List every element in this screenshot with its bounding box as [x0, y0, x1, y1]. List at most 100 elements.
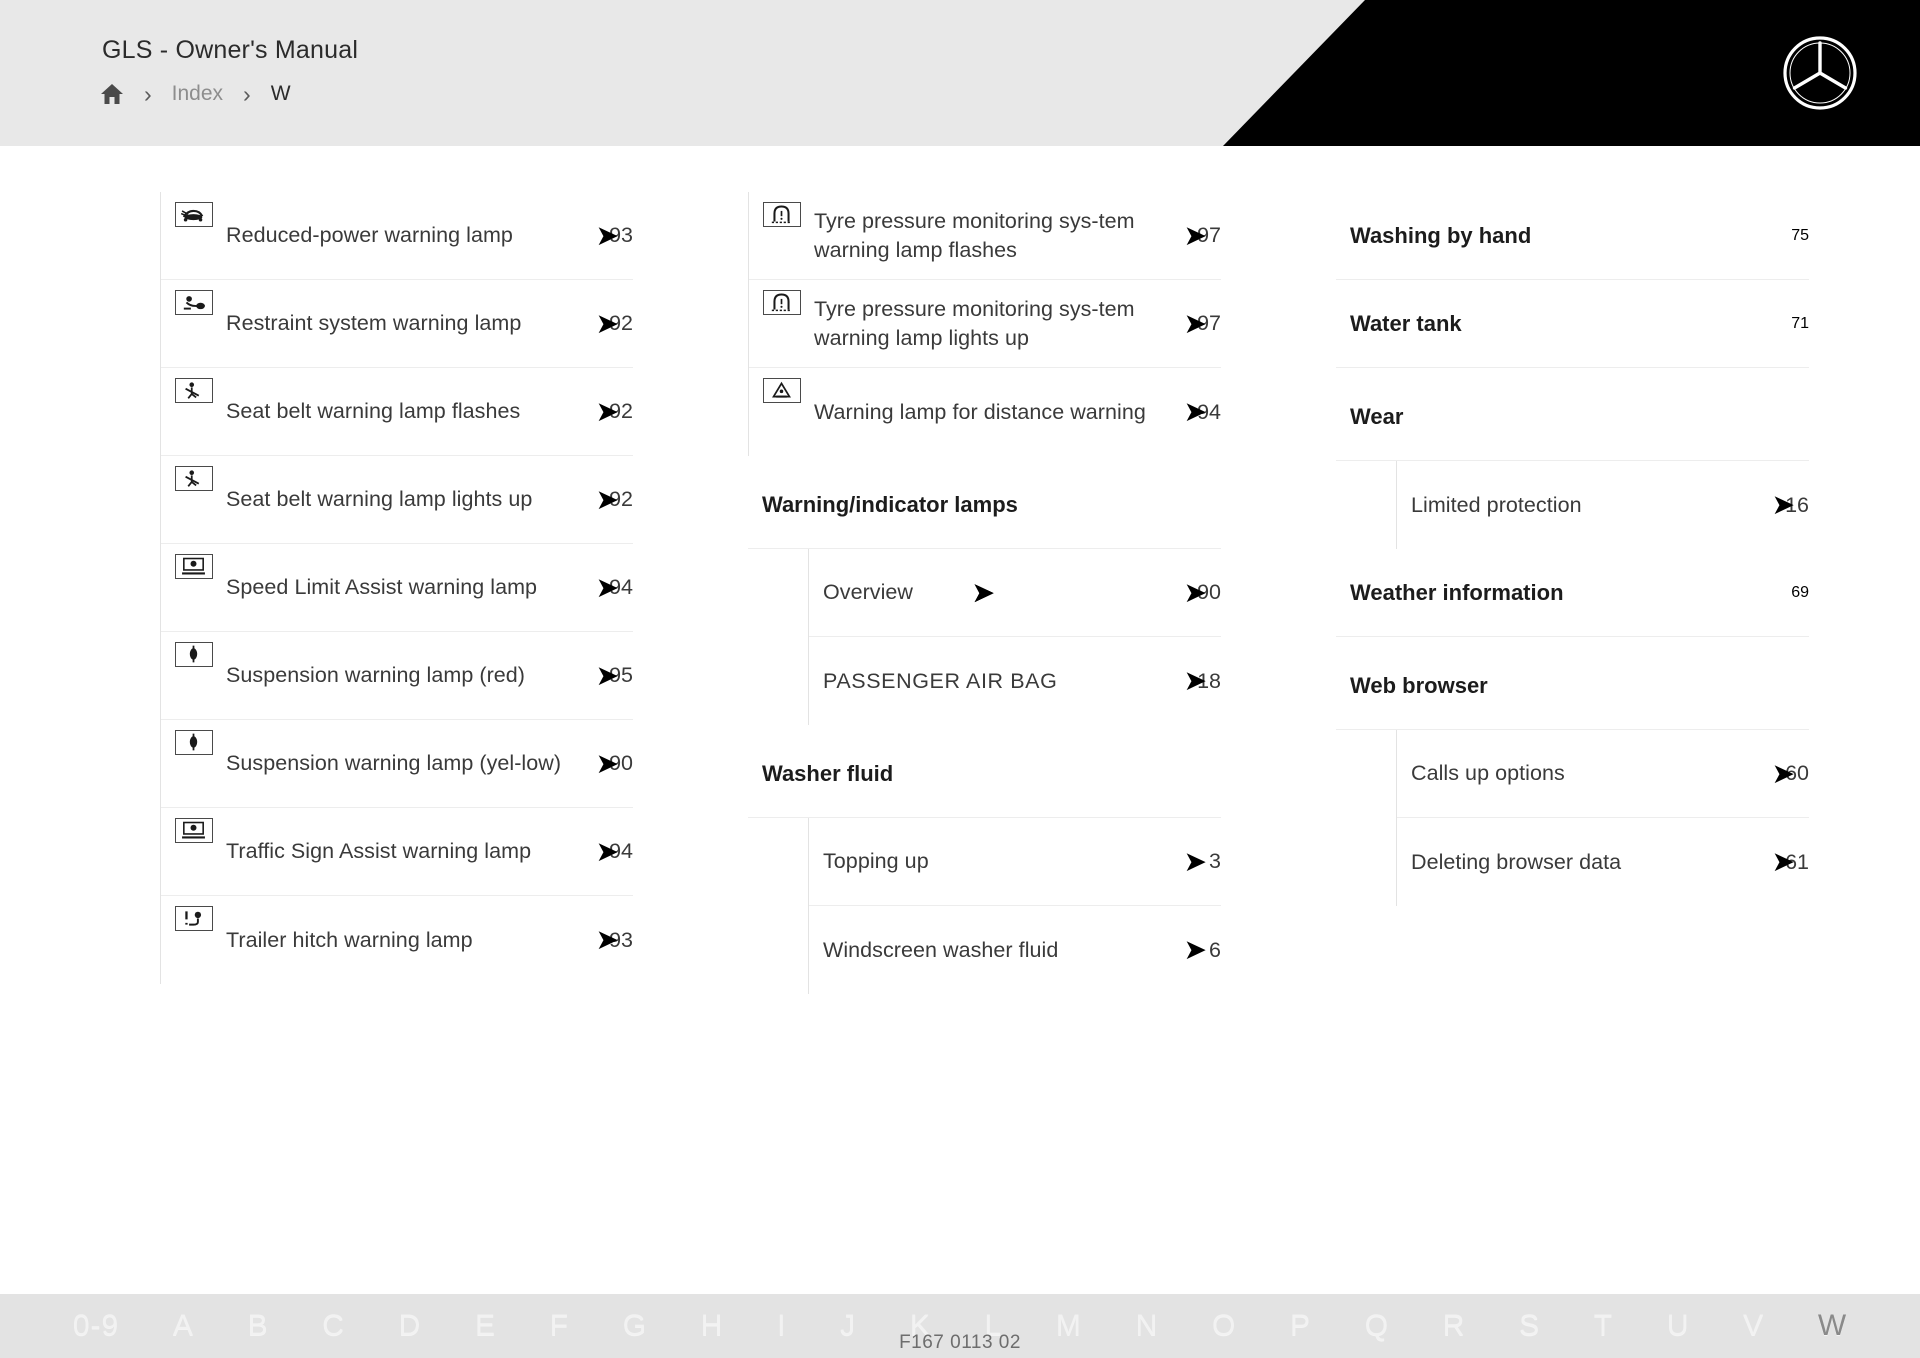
index-entry[interactable]: Warning lamp for distance warning 9 ➤ 4 — [749, 368, 1221, 456]
page-prefix: 9 — [609, 575, 622, 599]
index-entry-label: Water tank — [1350, 310, 1462, 336]
index-entry-page[interactable]: 6 ➤ 0 — [1761, 761, 1809, 786]
index-entry-page[interactable]: 9 ➤ 5 — [585, 663, 633, 688]
index-entry[interactable]: PASSENGER AIR BAG 1 ➤ 8 — [809, 637, 1221, 725]
page-prefix: 9 — [609, 223, 622, 247]
breadcrumb-item-index[interactable]: Index — [172, 82, 223, 106]
page-suffix: 5 — [621, 663, 633, 687]
index-columns: Reduced-power warning lamp 9 ➤ 3 Restrai… — [160, 192, 1810, 994]
index-entry-label: Restraint system warning lamp — [226, 311, 522, 336]
chevron-right-icon: ➤ — [1184, 936, 1206, 964]
index-entry-label: Trailer hitch warning lamp — [226, 927, 473, 952]
home-icon[interactable] — [100, 83, 124, 105]
index-entry[interactable]: Suspension warning lamp (yel-low) 9 ➤ 0 — [161, 720, 633, 808]
page-prefix: 1 — [1197, 668, 1210, 693]
section-heading-warning-indicator-lamps: Warning/indicator lamps — [748, 456, 1221, 549]
index-entry-page[interactable]: 6 ➤ 1 — [1761, 850, 1809, 875]
index-entry-page[interactable]: 6 ➤ — [1173, 938, 1221, 963]
index-entry[interactable]: Overview 9 ➤ 0 — [809, 549, 1221, 637]
index-entry[interactable]: Calls up options 6 ➤ 0 — [1397, 730, 1809, 818]
index-column-3: Washing by hand 7 ➤ 5 Water tank 7 ➤ 1 Wear … — [973, 192, 1809, 994]
index-entry-page[interactable]: 1 ➤ 6 — [1761, 493, 1809, 518]
entry-group: Topping up 3 ➤ Windscreen washer fluid 6 ➤ — [808, 818, 1221, 994]
section-heading-web-browser: Web browser — [1336, 637, 1809, 730]
index-entry-label: Deleting browser data — [1411, 849, 1622, 874]
index-entry-page[interactable]: 9 ➤ 2 — [585, 399, 633, 424]
index-entry[interactable]: Tyre pressure monitoring sys-tem warning… — [749, 192, 1221, 280]
index-entry-page[interactable]: 9 ➤ 7 — [1173, 223, 1221, 248]
index-entry-label: Tyre pressure monitoring sys-tem warning… — [814, 208, 1135, 262]
index-entry-page[interactable]: 9 ➤ 3 — [585, 223, 633, 248]
index-entry-label: Suspension warning lamp (yel-low) — [226, 751, 562, 776]
entry-group: Tyre pressure monitoring sys-tem warning… — [748, 192, 1221, 456]
page-prefix: 6 — [1791, 583, 1801, 601]
index-entry-page[interactable]: 1 ➤ 8 — [1173, 669, 1221, 694]
index-entry-page[interactable]: 9 ➤ 4 — [585, 575, 633, 600]
index-entry[interactable]: Traffic Sign Assist warning lamp 9 ➤ 4 — [161, 808, 633, 896]
reduced-power-warning-lamp-icon — [175, 202, 213, 227]
index-entry-page[interactable]: 9 ➤ 0 — [585, 751, 633, 776]
index-entry[interactable]: Restraint system warning lamp 9 ➤ 2 — [161, 280, 633, 368]
page-prefix: 9 — [1197, 223, 1210, 247]
page-suffix: 2 — [621, 487, 633, 511]
index-entry-label: Seat belt warning lamp flashes — [226, 399, 521, 424]
seat-belt-warning-lamp-icon — [175, 378, 213, 403]
index-entry-page[interactable]: 9 ➤ 4 — [585, 839, 633, 864]
tyre-pressure-warning-lamp-icon — [763, 202, 801, 227]
page-prefix: 6 — [1209, 937, 1221, 962]
index-entry-page[interactable]: 7 ➤ 1 — [973, 315, 1809, 606]
index-entry[interactable]: Tyre pressure monitoring sys-tem warning… — [749, 280, 1221, 368]
index-column-1: Reduced-power warning lamp 9 ➤ 3 Restrai… — [160, 192, 633, 994]
index-entry[interactable]: Deleting browser data 6 ➤ 1 — [1397, 818, 1809, 906]
speed-limit-assist-warning-lamp-icon — [175, 554, 213, 579]
page-prefix: 9 — [609, 487, 622, 511]
index-entry-page[interactable]: 9 ➤ 7 — [1173, 311, 1221, 336]
entry-group: Calls up options 6 ➤ 0 Deleting browser da… — [1396, 730, 1809, 906]
page-suffix: 5 — [1800, 226, 1809, 244]
page-prefix: 6 — [1785, 761, 1798, 785]
index-entry-page[interactable]: 9 ➤ 0 — [1173, 580, 1221, 605]
suspension-warning-lamp-icon — [175, 730, 213, 755]
page-suffix: 3 — [621, 223, 633, 247]
index-column-2: Tyre pressure monitoring sys-tem warning… — [748, 192, 1221, 994]
page-suffix: 4 — [621, 839, 633, 863]
index-page-body: Reduced-power warning lamp 9 ➤ 3 Restrai… — [0, 146, 1920, 1294]
index-entry[interactable]: Seat belt warning lamp lights up 9 ➤ 2 — [161, 456, 633, 544]
index-entry-page[interactable]: 7 ➤ 5 — [973, 226, 1809, 606]
index-entry-page[interactable]: 9 ➤ 3 — [585, 928, 633, 953]
page-prefix: 9 — [1197, 311, 1210, 335]
index-entry-page[interactable]: 9 ➤ 2 — [585, 311, 633, 336]
section-heading-washer-fluid: Washer fluid — [748, 725, 1221, 818]
index-entry[interactable]: Suspension warning lamp (red) 9 ➤ 5 — [161, 632, 633, 720]
page-prefix: 9 — [1197, 580, 1210, 604]
index-entry[interactable]: Reduced-power warning lamp 9 ➤ 3 — [161, 192, 633, 280]
page-suffix: 1 — [1797, 849, 1809, 874]
index-entry[interactable]: Trailer hitch warning lamp 9 ➤ 3 — [161, 896, 633, 984]
index-entry-label: Calls up options — [1411, 761, 1565, 786]
index-entry-label: Tyre pressure monitoring sys-tem warning… — [814, 296, 1135, 350]
index-entry[interactable]: Seat belt warning lamp flashes 9 ➤ 2 — [161, 368, 633, 456]
index-entry-page[interactable]: 3 ➤ — [1173, 849, 1221, 874]
index-entry-label: Speed Limit Assist warning lamp — [226, 575, 538, 600]
page-suffix: 3 — [621, 927, 633, 952]
index-entry-water-tank[interactable]: Water tank 7 ➤ 1 — [973, 280, 1809, 606]
page-suffix: 0 — [1209, 580, 1221, 604]
breadcrumb: › Index › W — [100, 82, 291, 106]
index-entry-label: Topping up — [823, 849, 929, 874]
index-entry-page[interactable]: 6 ➤ 9 — [973, 581, 1809, 606]
page-prefix: 9 — [609, 751, 622, 775]
breadcrumb-separator-2: › — [243, 80, 251, 107]
index-entry-label: Traffic Sign Assist warning lamp — [226, 839, 532, 864]
section-heading-wear: Wear — [1336, 368, 1809, 461]
index-entry[interactable]: Speed Limit Assist warning lamp 9 ➤ 4 — [161, 544, 633, 632]
index-entry-page[interactable]: 9 ➤ 4 — [1173, 400, 1221, 425]
breadcrumb-item-w: W — [270, 82, 291, 105]
page-prefix: 9 — [609, 399, 622, 423]
index-entry-washing-by-hand[interactable]: Washing by hand 7 ➤ 5 — [973, 192, 1809, 606]
page-prefix: 1 — [1785, 492, 1798, 517]
index-entry-page[interactable]: 9 ➤ 2 — [585, 487, 633, 512]
index-entry[interactable]: Windscreen washer fluid 6 ➤ — [809, 906, 1221, 994]
index-entry[interactable]: Limited protection 1 ➤ 6 — [1397, 461, 1809, 549]
index-entry-weather-information[interactable]: Weather information 6 ➤ 9 — [973, 549, 1809, 637]
index-entry[interactable]: Topping up 3 ➤ — [809, 818, 1221, 906]
